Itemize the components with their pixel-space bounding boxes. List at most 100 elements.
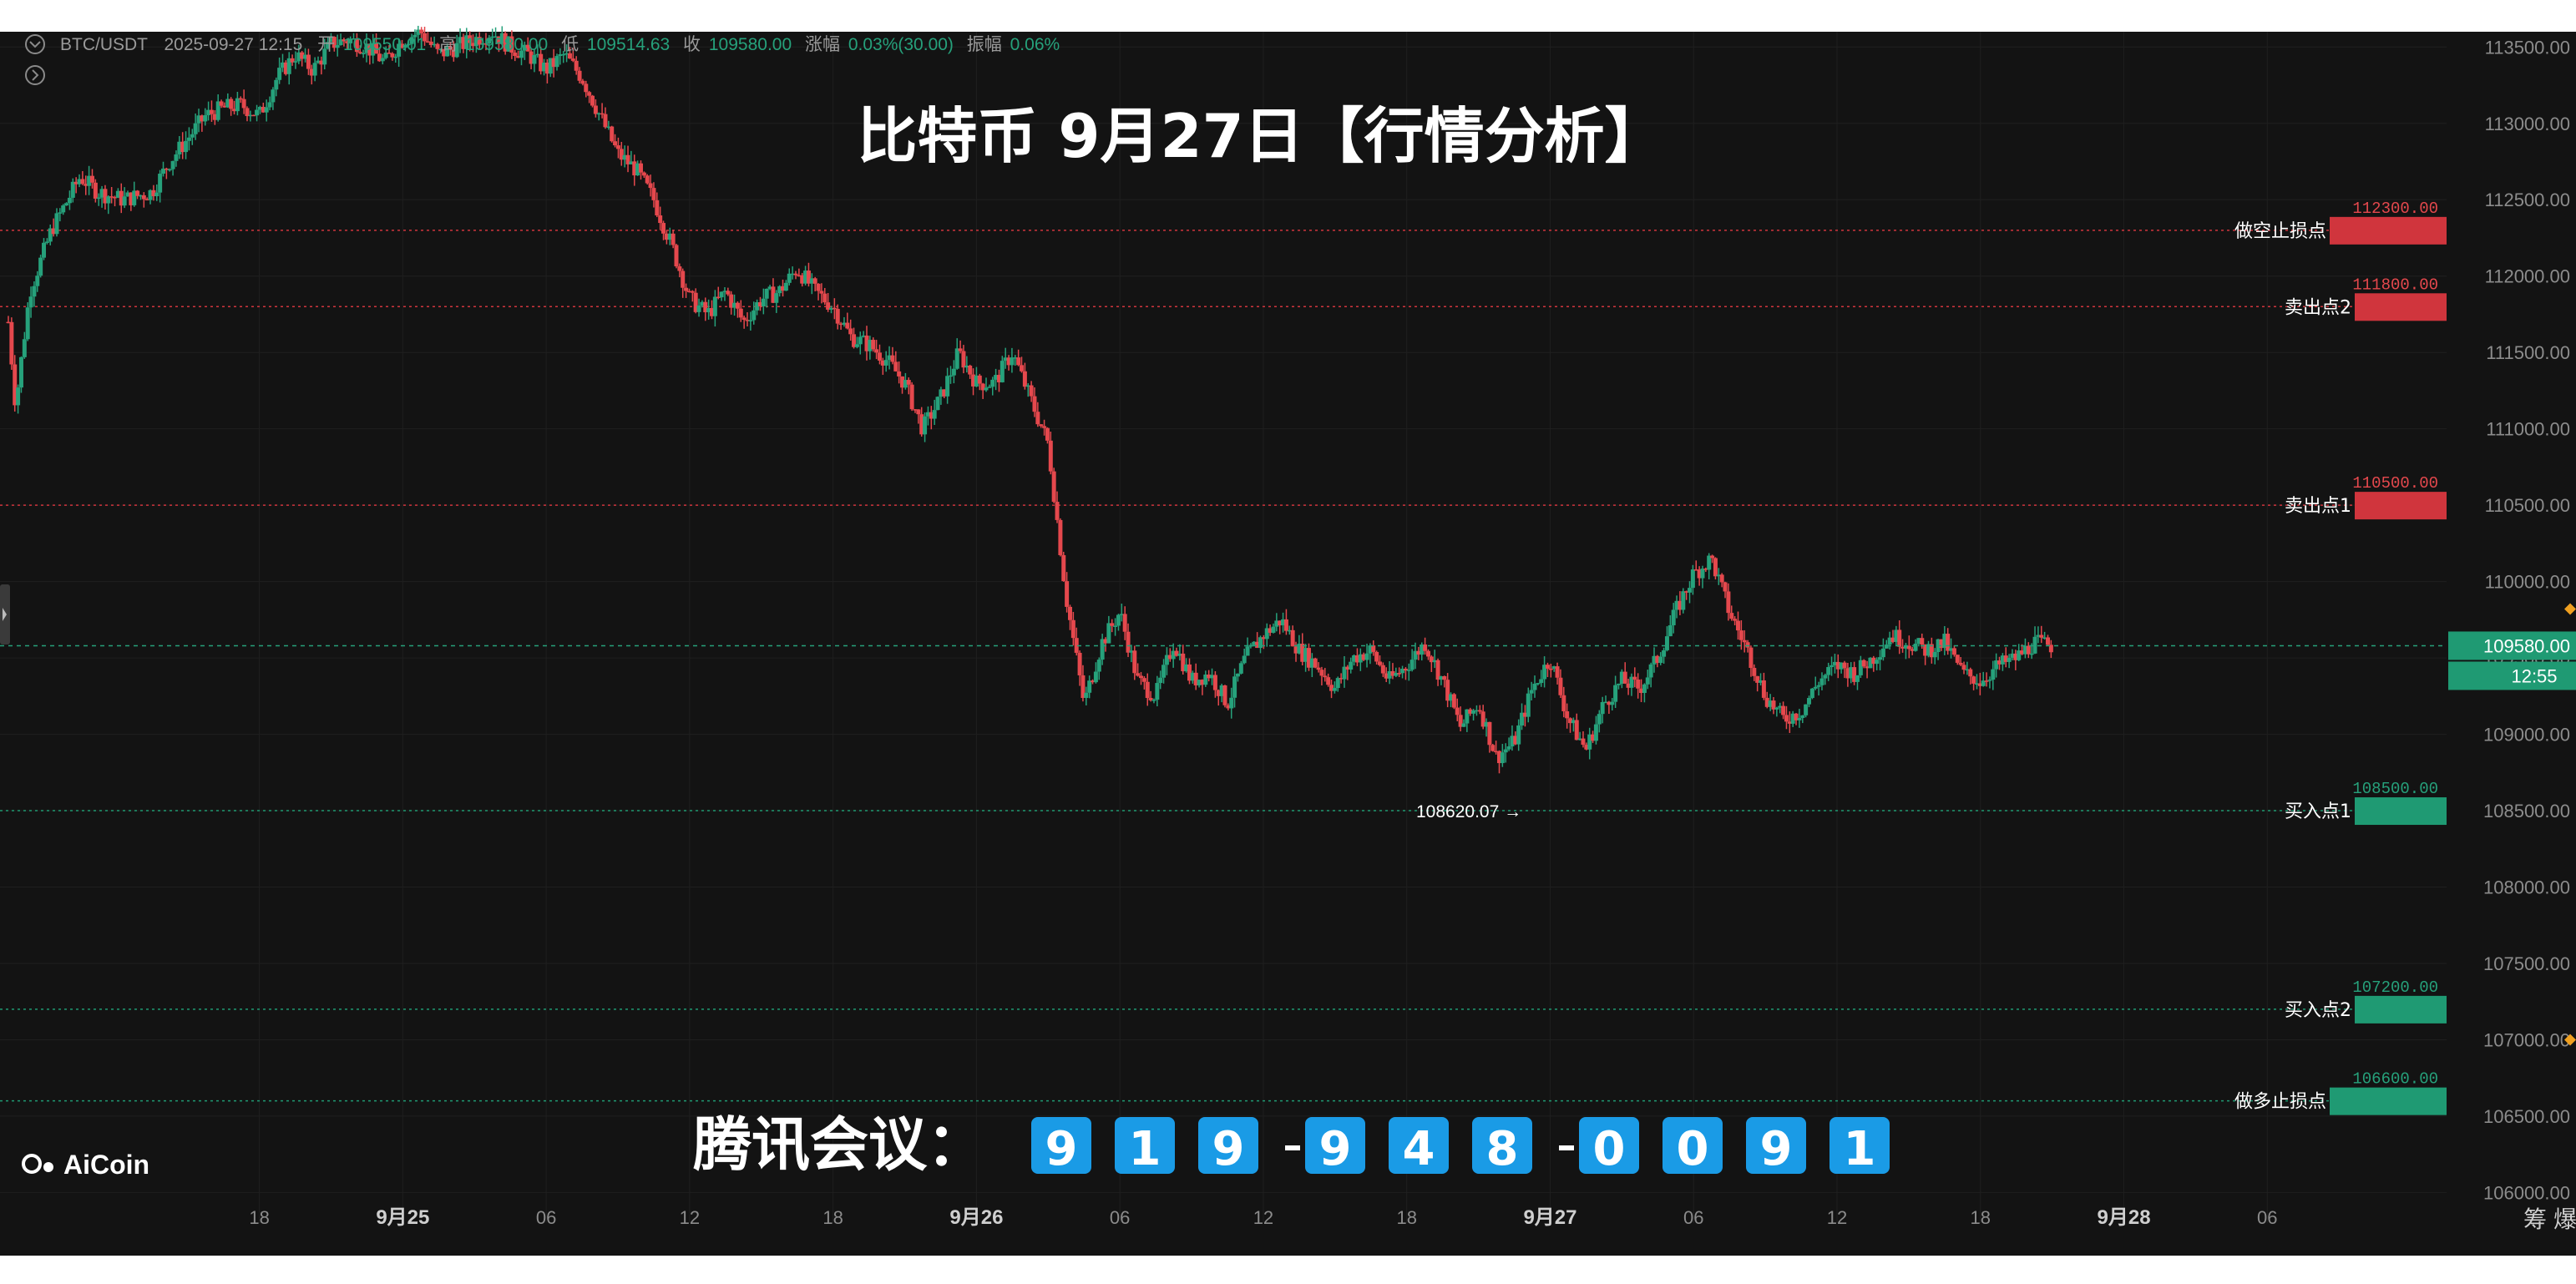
candle-body: [1490, 745, 1495, 751]
price-tick-label: 106000.00: [2483, 1182, 2570, 1203]
candle-body: [1380, 665, 1385, 674]
candle-body: [1139, 675, 1144, 679]
candle-body: [1668, 624, 1673, 637]
candle-body: [1516, 725, 1521, 745]
level-label: 买入点1: [2285, 801, 2351, 822]
candle-body: [1409, 660, 1415, 670]
candle-body: [696, 305, 701, 312]
meeting-digit: 9: [1319, 1122, 1352, 1176]
price-tick-label: 109000.00: [2483, 725, 2570, 746]
meeting-dash: [1559, 1145, 1574, 1150]
candle-body: [951, 368, 956, 376]
candle-body: [203, 114, 208, 122]
price-axis[interactable]: 106000.00 106500.00 107000.00 107500.00 1080…: [2447, 32, 2576, 1223]
candle-body: [1155, 683, 1160, 700]
candle-body: [245, 108, 250, 117]
candle-body: [1861, 660, 1866, 667]
candle-body: [1774, 707, 1779, 710]
candle-body: [1335, 678, 1340, 689]
candle-body: [1913, 644, 1918, 651]
candle-body: [1723, 582, 1728, 592]
candle-body: [1710, 555, 1715, 559]
candle-body: [1532, 683, 1537, 690]
candle-body: [1067, 606, 1072, 620]
candle-body: [916, 409, 921, 415]
candle-body: [1642, 684, 1647, 694]
candle-body: [1920, 638, 1925, 645]
meeting-digit: 1: [1844, 1122, 1876, 1176]
candle-body: [18, 356, 23, 388]
candle-body: [1816, 685, 1821, 687]
time-tick-label: 12: [680, 1207, 700, 1228]
candle-body: [1442, 675, 1447, 680]
level-label: 做多止损点: [2234, 1092, 2326, 1113]
candle-body: [1461, 723, 1466, 727]
candle-body: [1323, 675, 1328, 678]
high-value: 109580.00: [465, 35, 548, 54]
candle-body: [935, 397, 940, 411]
meeting-digit: 1: [1129, 1122, 1161, 1176]
candle-body: [141, 195, 146, 200]
candle-body: [822, 293, 827, 303]
candle-body: [2029, 653, 2034, 655]
liquidation-icon[interactable]: 爆: [2553, 1206, 2576, 1232]
candle-body: [1842, 662, 1847, 669]
candle-body: [1713, 558, 1718, 577]
candle-body: [277, 68, 282, 80]
candle-body: [1597, 714, 1602, 725]
candle-body: [1371, 645, 1376, 652]
candle-body: [22, 339, 27, 357]
candle-body: [80, 179, 85, 185]
candle-body: [38, 257, 43, 276]
time-tick-label: 9月26: [949, 1206, 1003, 1229]
candle-body: [1987, 680, 1992, 681]
candle-body: [219, 101, 224, 106]
candle-body: [1823, 675, 1828, 679]
candle-body: [190, 134, 195, 138]
candle-body: [1084, 692, 1089, 698]
low-value: 109514.63: [587, 35, 670, 54]
candle-body: [1636, 680, 1641, 689]
candle-body: [574, 60, 579, 71]
candle-body: [2045, 637, 2050, 645]
price-tick-label: 108000.00: [2483, 877, 2570, 898]
candle-body: [570, 58, 575, 61]
meeting-digit: 9: [1212, 1122, 1245, 1176]
change-value: 0.03%(30.00): [848, 35, 954, 54]
candle-body: [89, 175, 94, 183]
candle-body: [1700, 569, 1705, 579]
candle-body: [1070, 619, 1075, 639]
chip-distribution-icon[interactable]: 筹: [2523, 1206, 2547, 1232]
candle-body: [1593, 724, 1598, 741]
change-label: 涨幅: [805, 35, 840, 54]
candle-body: [1645, 677, 1650, 685]
candle-body: [1122, 614, 1127, 632]
candlestick-chart[interactable]: 112300.00做空止损点112300.00111800.00卖出点21118…: [0, 0, 2576, 1284]
candle-body: [1733, 619, 1738, 621]
candle-body: [1797, 718, 1802, 720]
candle-body: [787, 273, 792, 283]
candle-body: [1729, 613, 1734, 619]
candle-body: [1991, 669, 1996, 680]
candle-body: [1648, 664, 1653, 678]
meeting-dash: [1285, 1145, 1300, 1150]
candle-body: [264, 107, 269, 113]
candle-body: [1662, 650, 1667, 657]
price-tick-label: 107000.00: [2483, 1029, 2570, 1050]
time-axis[interactable]: 18 9月25 06 12 18 9月26 06 12 18 9月27 06 12 18 9月28 06: [249, 1206, 2277, 1229]
candle-body: [32, 286, 37, 297]
candle-body: [1819, 678, 1824, 685]
candle-body: [1610, 701, 1615, 705]
candle-body: [871, 340, 876, 350]
candle-body: [1032, 396, 1037, 412]
candle-body: [154, 192, 159, 197]
level-price-caption: 110500.00: [2352, 474, 2438, 493]
candle-body: [1500, 752, 1505, 764]
candle-body: [1574, 720, 1579, 741]
candle-body: [638, 163, 643, 173]
candle-body: [2032, 636, 2037, 654]
candle-body: [1878, 657, 1883, 660]
candle-body: [858, 336, 863, 345]
candle-body: [1971, 676, 1976, 684]
candle-body: [655, 200, 660, 216]
